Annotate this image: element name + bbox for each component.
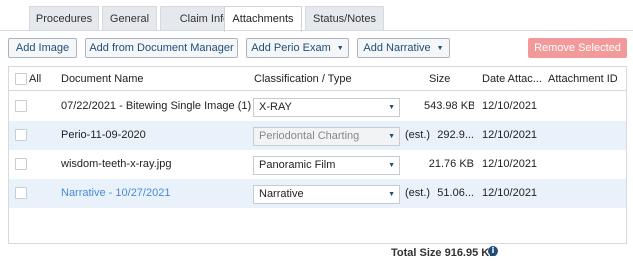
- date-attached: 12/10/2021: [482, 100, 538, 112]
- add-image-button[interactable]: Add Image: [8, 38, 77, 58]
- row-checkbox[interactable]: [15, 100, 27, 112]
- classification-select[interactable]: X-RAY ▼: [253, 98, 400, 117]
- header-classification[interactable]: Classification / Type: [254, 67, 352, 91]
- info-icon[interactable]: i: [488, 246, 498, 256]
- document-name: 07/22/2021 - Bitewing Single Image (1): [61, 100, 251, 112]
- chevron-down-icon: ▼: [388, 133, 395, 140]
- add-narrative-label: Add Narrative: [363, 42, 431, 54]
- document-name-link[interactable]: Narrative - 10/27/2021: [61, 179, 251, 208]
- header-all: All: [29, 73, 42, 85]
- size-estimate-label: (est.): [405, 187, 431, 199]
- total-size: Total Size 916.95 KB: [391, 247, 498, 259]
- add-narrative-button[interactable]: Add Narrative ▼: [357, 38, 450, 58]
- document-name: wisdom-teeth-x-ray.jpg: [61, 158, 172, 170]
- tab-status-notes[interactable]: Status/Notes: [305, 6, 384, 31]
- add-image-label: Add Image: [15, 42, 70, 54]
- classification-select: Periodontal Charting ▼: [253, 127, 400, 146]
- classification-value: Periodontal Charting: [259, 130, 360, 142]
- date-attached: 12/10/2021: [482, 187, 538, 199]
- chevron-down-icon: ▼: [388, 104, 395, 111]
- header-size[interactable]: Size: [429, 67, 450, 91]
- date-attached: 12/10/2021: [482, 129, 538, 141]
- tab-procedures[interactable]: Procedures: [29, 6, 99, 31]
- add-perio-exam-button[interactable]: Add Perio Exam ▼: [246, 38, 349, 58]
- select-all-checkbox[interactable]: [15, 73, 27, 85]
- classification-select[interactable]: Narrative ▼: [253, 185, 400, 204]
- header-attachment-id[interactable]: Attachment ID: [548, 67, 618, 91]
- header-date-attached[interactable]: Date Attac...: [482, 67, 542, 91]
- header-document-name[interactable]: Document Name: [61, 67, 144, 91]
- tab-general[interactable]: General: [102, 6, 157, 31]
- add-perio-label: Add Perio Exam: [251, 42, 331, 54]
- document-size: 51.06...: [437, 187, 474, 199]
- classification-value: Narrative: [259, 188, 304, 200]
- size-estimate-label: (est.): [405, 129, 431, 141]
- table-row[interactable]: wisdom-teeth-x-ray.jpg Panoramic Film ▼ 2…: [9, 150, 626, 179]
- chevron-down-icon: ▼: [436, 45, 444, 52]
- document-name: Perio-11-09-2020: [61, 129, 146, 141]
- classification-select[interactable]: Panoramic Film ▼: [253, 156, 400, 175]
- document-size: 543.98 KB: [424, 100, 474, 112]
- classification-value: X-RAY: [259, 101, 292, 113]
- row-checkbox[interactable]: [15, 129, 27, 141]
- add-from-dm-label: Add from Document Manager: [89, 42, 234, 54]
- chevron-down-icon: ▼: [388, 162, 395, 169]
- date-attached: 12/10/2021: [482, 158, 538, 170]
- add-from-document-manager-button[interactable]: Add from Document Manager: [85, 38, 238, 58]
- table-row[interactable]: Perio-11-09-2020 Periodontal Charting ▼ (…: [9, 121, 626, 150]
- remove-selected-label: Remove Selected: [534, 42, 621, 54]
- tab-attachments[interactable]: Attachments: [224, 6, 302, 32]
- chevron-down-icon: ▼: [336, 45, 344, 52]
- document-size: 21.76 KB: [428, 158, 474, 170]
- tab-divider: [0, 30, 633, 31]
- row-checkbox[interactable]: [15, 158, 27, 170]
- attachments-table: All Document Name Classification / Type …: [8, 66, 627, 244]
- table-row[interactable]: Narrative - 10/27/2021 Narrative ▼ (est.)…: [9, 179, 626, 208]
- chevron-down-icon: ▼: [388, 191, 395, 198]
- table-header: All Document Name Classification / Type …: [9, 67, 626, 91]
- table-row[interactable]: 07/22/2021 - Bitewing Single Image (1) X…: [9, 92, 626, 121]
- remove-selected-button[interactable]: Remove Selected: [528, 38, 627, 58]
- row-checkbox[interactable]: [15, 187, 27, 199]
- classification-value: Panoramic Film: [259, 159, 336, 171]
- document-size: 292.9...: [437, 129, 474, 141]
